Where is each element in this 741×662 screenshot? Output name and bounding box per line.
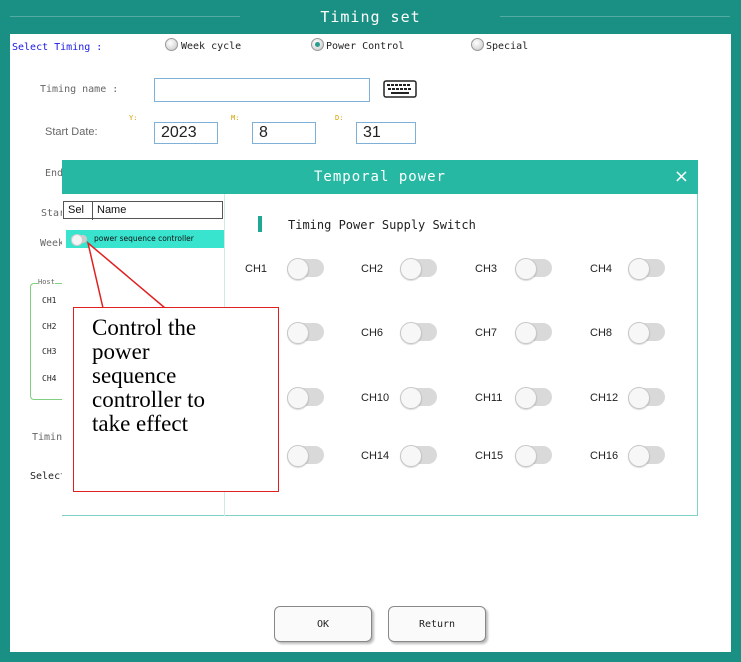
channel-12-label: CH12 bbox=[590, 392, 619, 404]
year-label: Y: bbox=[129, 114, 138, 122]
channel-4-toggle[interactable] bbox=[628, 258, 665, 280]
channel-4-label: CH4 bbox=[590, 263, 613, 275]
channel-9-toggle[interactable] bbox=[287, 387, 324, 409]
channel-12-toggle[interactable] bbox=[628, 387, 665, 409]
channel-10-label: CH10 bbox=[361, 392, 390, 404]
bg-ch3-label: CH3 bbox=[42, 347, 57, 356]
title-bar: Timing set bbox=[0, 0, 741, 34]
callout-line-2: power bbox=[92, 339, 150, 364]
list-col-sel: Sel bbox=[68, 204, 84, 216]
channel-6-label: CH6 bbox=[361, 327, 384, 339]
channel-15-toggle[interactable] bbox=[515, 445, 552, 467]
section-title: Timing Power Supply Switch bbox=[288, 218, 476, 232]
radio-special[interactable] bbox=[471, 38, 484, 51]
radio-power-control[interactable] bbox=[311, 38, 324, 51]
channel-15-label: CH15 bbox=[475, 450, 504, 462]
list-col-name: Name bbox=[97, 204, 127, 216]
channel-10-toggle[interactable] bbox=[400, 387, 437, 409]
ok-button[interactable]: OK bbox=[274, 606, 372, 642]
channel-11-toggle[interactable] bbox=[515, 387, 552, 409]
callout-line-4: controller to bbox=[92, 387, 206, 412]
window-title: Timing set bbox=[320, 8, 421, 26]
radio-special-label[interactable]: Special bbox=[486, 41, 528, 52]
channel-11-label: CH11 bbox=[475, 392, 503, 404]
channel-7-toggle[interactable] bbox=[515, 322, 552, 344]
frame-left bbox=[0, 34, 10, 652]
host-label: Host bbox=[38, 278, 55, 286]
list-col-separator bbox=[92, 202, 93, 220]
radio-week-cycle-label[interactable]: Week cycle bbox=[181, 41, 241, 52]
channel-1-toggle[interactable] bbox=[287, 258, 324, 280]
channel-16-toggle[interactable] bbox=[628, 445, 665, 467]
radio-power-control-label[interactable]: Power Control bbox=[326, 41, 404, 52]
frame-bottom bbox=[0, 652, 741, 662]
start-year-input[interactable]: 2023 bbox=[154, 122, 218, 144]
bg-ch4-label: CH4 bbox=[42, 374, 57, 383]
channel-14-label: CH14 bbox=[361, 450, 390, 462]
end-date-label: End bbox=[45, 168, 64, 179]
return-button[interactable]: Return bbox=[388, 606, 486, 642]
section-marker bbox=[258, 216, 262, 232]
channel-8-label: CH8 bbox=[590, 327, 613, 339]
controller-list-header: Sel Name bbox=[63, 201, 223, 220]
channel-14-toggle[interactable] bbox=[400, 445, 437, 467]
channel-3-toggle[interactable] bbox=[515, 258, 552, 280]
channel-13-toggle[interactable] bbox=[287, 445, 324, 467]
bg-ch2-label: CH2 bbox=[42, 322, 57, 331]
channel-2-label: CH2 bbox=[361, 263, 384, 275]
callout-line-3: sequence bbox=[92, 363, 177, 388]
modal-header: Temporal power × bbox=[62, 160, 698, 194]
start-month-input[interactable]: 8 bbox=[252, 122, 316, 144]
channel-5-toggle[interactable] bbox=[287, 322, 324, 344]
select-timing-label: Select Timing : bbox=[12, 42, 103, 53]
callout-line-5: take effect bbox=[92, 411, 188, 436]
channel-6-toggle[interactable] bbox=[400, 322, 437, 344]
start-day-input[interactable]: 31 bbox=[356, 122, 416, 144]
modal-title: Temporal power bbox=[313, 169, 446, 185]
callout-line-1: Control the bbox=[92, 315, 197, 340]
start-date-label: Start Date: bbox=[45, 126, 98, 138]
channel-1-label: CH1 bbox=[245, 263, 268, 275]
close-icon[interactable]: × bbox=[674, 160, 690, 194]
week-label: Week bbox=[40, 238, 65, 249]
frame-right bbox=[731, 34, 741, 652]
channel-16-label: CH16 bbox=[590, 450, 619, 462]
select-label: Select bbox=[30, 471, 67, 482]
keyboard-icon[interactable] bbox=[383, 80, 417, 98]
radio-week-cycle[interactable] bbox=[165, 38, 178, 51]
channel-3-label: CH3 bbox=[475, 263, 498, 275]
day-label: D: bbox=[335, 114, 344, 122]
callout-pointer bbox=[86, 240, 166, 309]
bg-ch1-label: CH1 bbox=[42, 296, 57, 305]
timing-name-label: Timing name : bbox=[40, 84, 119, 95]
channel-7-label: CH7 bbox=[475, 327, 498, 339]
timing-name-input[interactable] bbox=[154, 78, 370, 102]
channel-8-toggle[interactable] bbox=[628, 322, 665, 344]
callout-box: Control the power sequence controller to… bbox=[73, 307, 279, 492]
month-label: M: bbox=[231, 114, 240, 122]
channel-2-toggle[interactable] bbox=[400, 258, 437, 280]
